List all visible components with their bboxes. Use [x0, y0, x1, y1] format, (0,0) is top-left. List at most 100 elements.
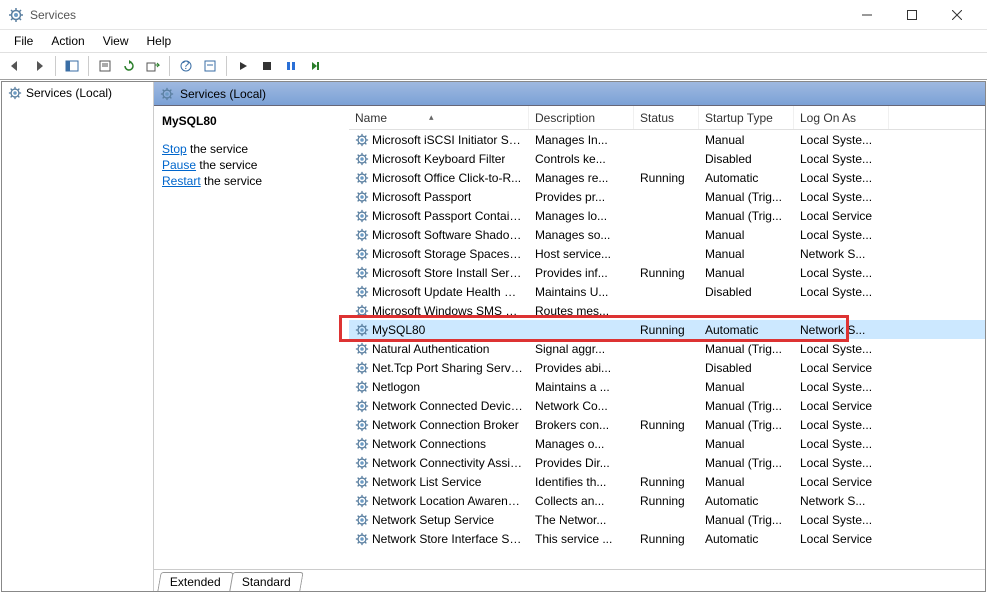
- col-header-logon[interactable]: Log On As: [794, 106, 889, 129]
- service-icon: [355, 456, 369, 470]
- refresh-button[interactable]: [118, 55, 140, 77]
- service-row[interactable]: Microsoft Store Install ServiceProvides …: [349, 263, 985, 282]
- menu-file[interactable]: File: [6, 32, 41, 50]
- help-button[interactable]: ?: [175, 55, 197, 77]
- menu-view[interactable]: View: [95, 32, 137, 50]
- service-name-cell: Network Setup Service: [372, 513, 494, 527]
- service-row[interactable]: Microsoft Keyboard FilterControls ke...D…: [349, 149, 985, 168]
- restart-service-button[interactable]: [304, 55, 326, 77]
- pause-service-line: Pause the service: [162, 158, 341, 172]
- pause-service-link[interactable]: Pause: [162, 158, 196, 172]
- service-startup-cell: Manual: [699, 380, 794, 394]
- tab-extended[interactable]: Extended: [157, 572, 233, 591]
- menu-help[interactable]: Help: [139, 32, 180, 50]
- service-startup-cell: Manual: [699, 266, 794, 280]
- service-row[interactable]: Microsoft Software Shadow...Manages so..…: [349, 225, 985, 244]
- service-name-cell: MySQL80: [372, 323, 425, 337]
- service-startup-cell: Manual (Trig...: [699, 190, 794, 204]
- service-icon: [355, 532, 369, 546]
- col-header-name[interactable]: Name ▴: [349, 106, 529, 129]
- service-desc-cell: Provides Dir...: [529, 456, 634, 470]
- service-row[interactable]: Network ConnectionsManages o...ManualLoc…: [349, 434, 985, 453]
- service-startup-cell: Disabled: [699, 285, 794, 299]
- show-hide-tree-button[interactable]: [61, 55, 83, 77]
- back-button[interactable]: [4, 55, 26, 77]
- service-logon-cell: Local Syste...: [794, 380, 889, 394]
- service-icon: [355, 171, 369, 185]
- col-header-description[interactable]: Description: [529, 106, 634, 129]
- service-icon: [355, 209, 369, 223]
- service-name-cell: Network List Service: [372, 475, 481, 489]
- service-status-cell: Running: [634, 323, 699, 337]
- service-row[interactable]: Net.Tcp Port Sharing ServiceProvides abi…: [349, 358, 985, 377]
- stop-service-button[interactable]: [256, 55, 278, 77]
- service-logon-cell: Network S...: [794, 494, 889, 508]
- service-startup-cell: Manual (Trig...: [699, 399, 794, 413]
- left-tree-pane: Services (Local): [2, 82, 154, 591]
- service-row[interactable]: Microsoft Update Health Se... Maintains U…: [349, 282, 985, 301]
- menu-action[interactable]: Action: [43, 32, 92, 50]
- service-desc-cell: Manages so...: [529, 228, 634, 242]
- stop-service-link[interactable]: Stop: [162, 142, 187, 156]
- service-icon: [355, 342, 369, 356]
- service-desc-cell: Signal aggr...: [529, 342, 634, 356]
- service-row[interactable]: Microsoft Storage Spaces S...Host servic…: [349, 244, 985, 263]
- export-button[interactable]: [142, 55, 164, 77]
- service-row[interactable]: Network Connected Device...Network Co...…: [349, 396, 985, 415]
- stop-service-line: Stop the service: [162, 142, 341, 156]
- service-logon-cell: Local Syste...: [794, 285, 889, 299]
- service-name-cell: Network Connection Broker: [372, 418, 519, 432]
- toolbar: ?: [0, 52, 987, 80]
- service-desc-cell: Host service...: [529, 247, 634, 261]
- service-name-cell: Microsoft Update Health Se...: [372, 285, 523, 299]
- service-desc-cell: Controls ke...: [529, 152, 634, 166]
- tree-node-services-local[interactable]: Services (Local): [4, 84, 151, 102]
- service-row[interactable]: MySQL80RunningAutomaticNetwork S...: [349, 320, 985, 339]
- pause-service-button[interactable]: [280, 55, 302, 77]
- service-logon-cell: Local Service: [794, 399, 889, 413]
- col-header-startup[interactable]: Startup Type: [699, 106, 794, 129]
- restart-service-link[interactable]: Restart: [162, 174, 201, 188]
- service-row[interactable]: Network Connection BrokerBrokers con...R…: [349, 415, 985, 434]
- tab-standard[interactable]: Standard: [229, 572, 303, 591]
- service-desc-cell: Manages o...: [529, 437, 634, 451]
- restart-service-line: Restart the service: [162, 174, 341, 188]
- service-row[interactable]: Microsoft Office Click-to-R...Manages re…: [349, 168, 985, 187]
- service-row[interactable]: Network Connectivity Assis...Provides Di…: [349, 453, 985, 472]
- service-name-cell: Microsoft Passport Container: [372, 209, 523, 223]
- service-icon: [355, 133, 369, 147]
- forward-button[interactable]: [28, 55, 50, 77]
- service-row[interactable]: Network Location AwarenessCollects an...…: [349, 491, 985, 510]
- service-row[interactable]: Microsoft PassportProvides pr...Manual (…: [349, 187, 985, 206]
- show-hide-action-button[interactable]: [199, 55, 221, 77]
- service-row[interactable]: Microsoft Passport ContainerManages lo..…: [349, 206, 985, 225]
- service-logon-cell: Local Syste...: [794, 133, 889, 147]
- minimize-button[interactable]: [844, 1, 889, 29]
- service-icon: [355, 494, 369, 508]
- service-logon-cell: Local Syste...: [794, 513, 889, 527]
- service-row[interactable]: Microsoft Windows SMS Ro...Routes mes...: [349, 301, 985, 320]
- service-desc-cell: Maintains U...: [529, 285, 634, 299]
- close-button[interactable]: [934, 1, 979, 29]
- app-icon: [8, 7, 24, 23]
- service-row[interactable]: Network Store Interface Ser...This servi…: [349, 529, 985, 548]
- service-desc-cell: Provides inf...: [529, 266, 634, 280]
- service-startup-cell: Manual (Trig...: [699, 456, 794, 470]
- service-icon: [355, 247, 369, 261]
- service-row[interactable]: Network Setup ServiceThe Networ...Manual…: [349, 510, 985, 529]
- service-row[interactable]: Natural AuthenticationSignal aggr...Manu…: [349, 339, 985, 358]
- service-icon: [355, 380, 369, 394]
- service-logon-cell: Network S...: [794, 323, 889, 337]
- service-row[interactable]: Network List ServiceIdentifies th...Runn…: [349, 472, 985, 491]
- service-startup-cell: Manual: [699, 475, 794, 489]
- service-row[interactable]: Microsoft iSCSI Initiator Ser...Manages …: [349, 130, 985, 149]
- properties-button[interactable]: [94, 55, 116, 77]
- service-name-cell: Net.Tcp Port Sharing Service: [372, 361, 523, 375]
- service-row[interactable]: NetlogonMaintains a ...ManualLocal Syste…: [349, 377, 985, 396]
- service-icon: [355, 266, 369, 280]
- start-service-button[interactable]: [232, 55, 254, 77]
- col-header-status[interactable]: Status: [634, 106, 699, 129]
- maximize-button[interactable]: [889, 1, 934, 29]
- detail-panel: MySQL80 Stop the service Pause the servi…: [154, 106, 349, 569]
- list-rows[interactable]: Microsoft iSCSI Initiator Ser...Manages …: [349, 130, 985, 569]
